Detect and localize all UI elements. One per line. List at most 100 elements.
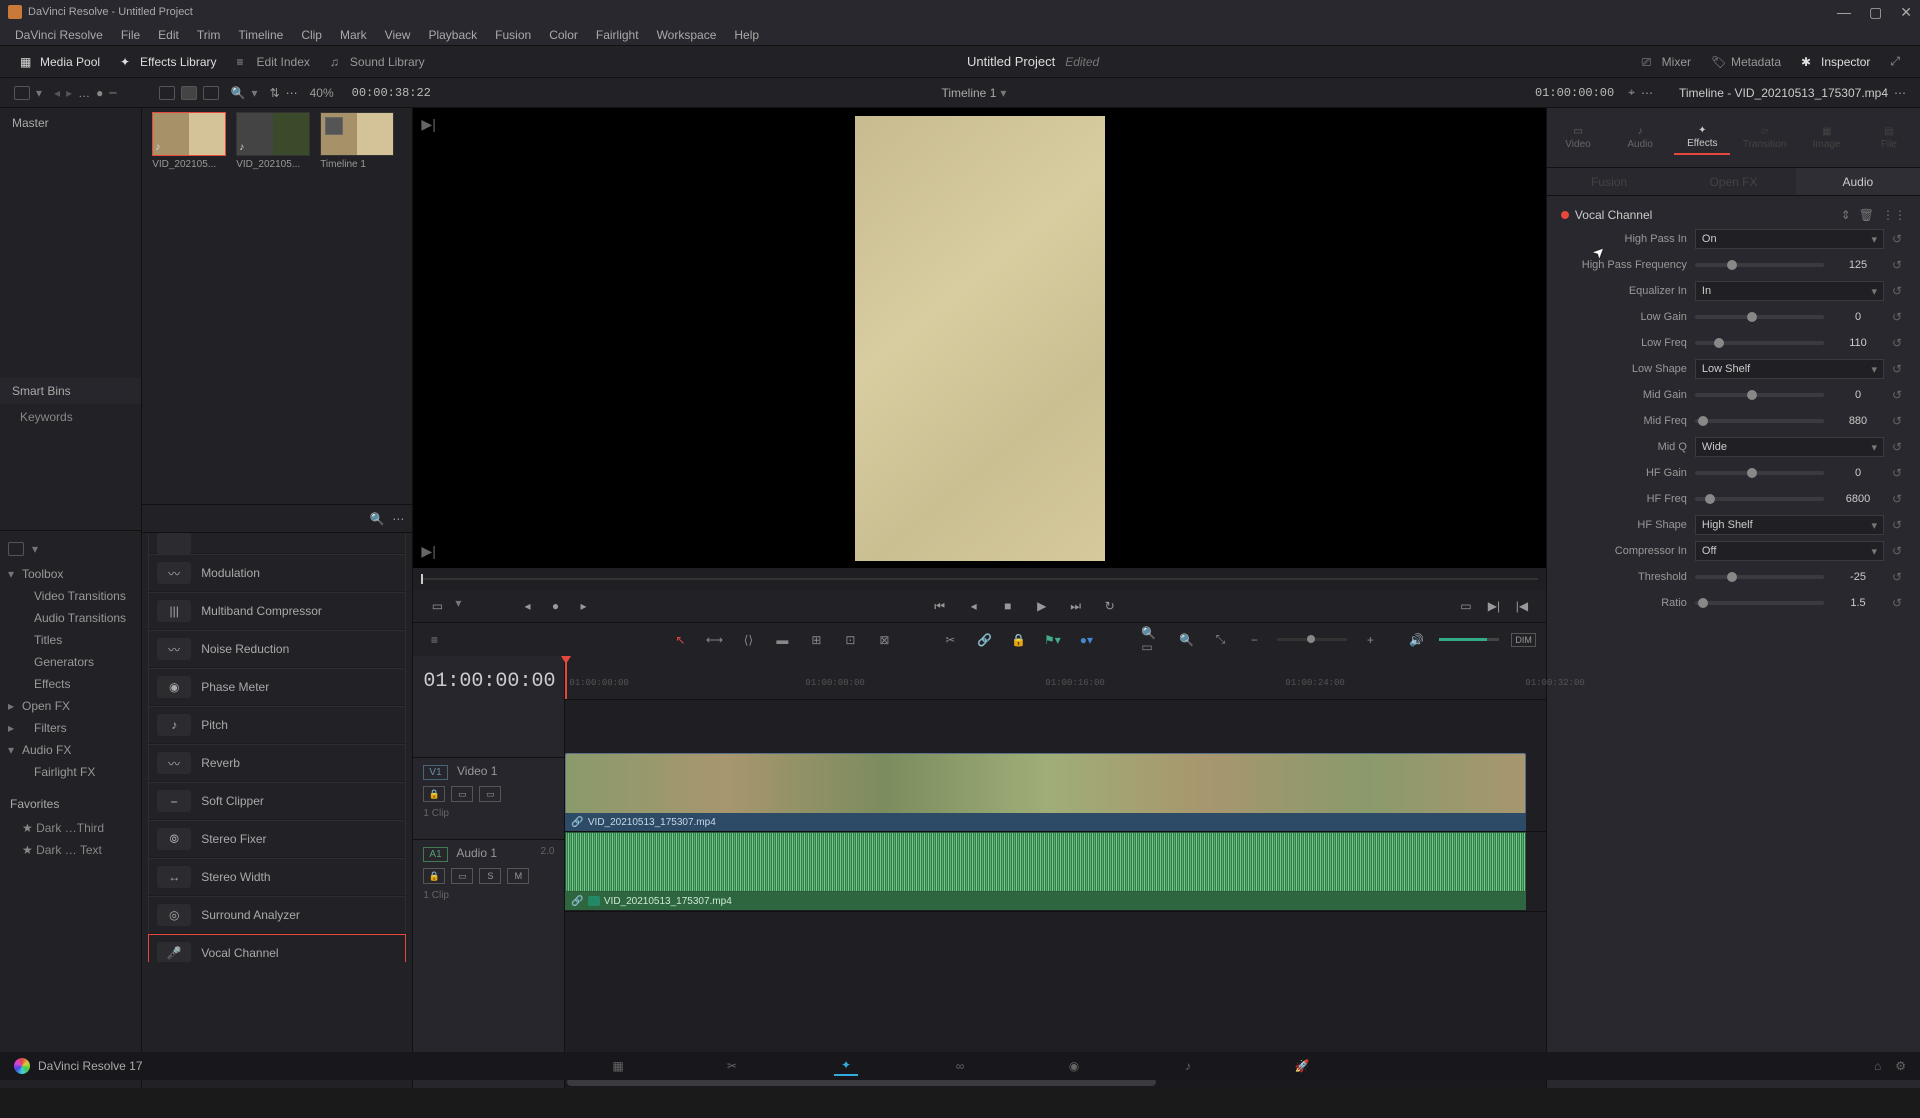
fx-item[interactable]: ⦾Stereo Fixer bbox=[148, 820, 406, 858]
menu-trim[interactable]: Trim bbox=[188, 28, 230, 42]
video-clip[interactable] bbox=[565, 753, 1526, 815]
param-value[interactable]: 1.5 bbox=[1832, 597, 1884, 609]
param-value[interactable]: 0 bbox=[1832, 389, 1884, 401]
prev-edit-icon[interactable]: ◂ bbox=[517, 596, 537, 616]
high-pass-in-select[interactable]: On▾ bbox=[1695, 229, 1884, 249]
media-page-icon[interactable]: ▦ bbox=[606, 1056, 630, 1076]
fairlightfx-group[interactable]: Fairlight FX bbox=[0, 761, 141, 783]
menu-playback[interactable]: Playback bbox=[419, 28, 486, 42]
keywords-bin[interactable]: Keywords bbox=[0, 404, 141, 430]
clip-thumbnail[interactable]: ♪ VID_202105... bbox=[236, 112, 310, 170]
chevron-down-icon[interactable]: ▾ bbox=[36, 86, 42, 100]
timeline-thumbnail[interactable]: Timeline 1 bbox=[320, 112, 394, 170]
record-dot-icon[interactable]: ● bbox=[96, 86, 103, 100]
menu-clip[interactable]: Clip bbox=[292, 28, 331, 42]
auto-select-icon[interactable]: ▭ bbox=[451, 786, 473, 802]
crop-icon[interactable]: ▭ bbox=[427, 596, 447, 616]
trash-icon[interactable]: 🗑 bbox=[1859, 208, 1874, 222]
marker-tool[interactable]: ●▾ bbox=[1075, 629, 1097, 651]
color-page-icon[interactable]: ◉ bbox=[1062, 1056, 1086, 1076]
audio-track[interactable]: 🔗VID_20210513_175307.mp4 bbox=[565, 832, 1546, 912]
reset-icon[interactable]: ↺ bbox=[1892, 336, 1906, 350]
zoom-in-icon[interactable]: + bbox=[1359, 629, 1381, 651]
generators-group[interactable]: Generators bbox=[0, 651, 141, 673]
param-value[interactable]: 6800 bbox=[1832, 493, 1884, 505]
viewer[interactable]: ▶| ▶| bbox=[413, 108, 1546, 568]
expand-button[interactable]: ⤢ bbox=[1880, 46, 1910, 78]
flag-tool[interactable]: ⚑▾ bbox=[1041, 629, 1063, 651]
sort-icon[interactable]: ⇅ bbox=[270, 86, 280, 100]
match-frame-icon[interactable]: ▭ bbox=[1456, 596, 1476, 616]
step-out-icon[interactable]: ▶| bbox=[421, 543, 435, 560]
arrow-tool-icon[interactable]: ⤡ bbox=[1209, 629, 1231, 651]
param-value[interactable]: 0 bbox=[1832, 311, 1884, 323]
fx-item[interactable]: ◎Surround Analyzer bbox=[148, 896, 406, 934]
low-shape-select[interactable]: Low Shelf▾ bbox=[1695, 359, 1884, 379]
solo-button[interactable]: S bbox=[479, 868, 501, 884]
reset-icon[interactable]: ↺ bbox=[1892, 284, 1906, 298]
zoom-out-icon[interactable]: − bbox=[1243, 629, 1265, 651]
menu-fairlight[interactable]: Fairlight bbox=[587, 28, 648, 42]
reset-icon[interactable]: ↺ bbox=[1892, 258, 1906, 272]
media-pool-toggle[interactable]: ▦Media Pool bbox=[10, 46, 110, 78]
subtab-audio[interactable]: Audio bbox=[1796, 168, 1920, 195]
marker-dot-icon[interactable]: ● bbox=[545, 596, 565, 616]
hf-gain-slider[interactable] bbox=[1695, 471, 1824, 475]
param-value[interactable]: 880 bbox=[1832, 415, 1884, 427]
inspector-toggle[interactable]: ✱Inspector bbox=[1791, 46, 1880, 78]
fx-item[interactable]: ⎯Soft Clipper bbox=[148, 782, 406, 820]
mid-freq-slider[interactable] bbox=[1695, 419, 1824, 423]
controls-icon[interactable]: ⋮⋮ bbox=[1882, 208, 1906, 222]
compressor-in-select[interactable]: Off▾ bbox=[1695, 541, 1884, 561]
nav-back-icon[interactable]: ◂ bbox=[54, 86, 60, 100]
chevron-down-icon[interactable]: ▾ bbox=[455, 596, 461, 616]
blade-tool[interactable]: ▬ bbox=[771, 629, 793, 651]
reset-icon[interactable]: ↺ bbox=[1892, 440, 1906, 454]
v1-badge[interactable]: V1 bbox=[423, 765, 447, 780]
mid-gain-slider[interactable] bbox=[1695, 393, 1824, 397]
minimize-button[interactable]: — bbox=[1837, 4, 1851, 21]
reset-icon[interactable]: ↺ bbox=[1892, 466, 1906, 480]
fx-more-icon[interactable]: ⋯ bbox=[392, 512, 404, 526]
inspector-tab-audio[interactable]: ♪Audio bbox=[1612, 122, 1668, 154]
reset-icon[interactable]: ↺ bbox=[1892, 570, 1906, 584]
low-gain-slider[interactable] bbox=[1695, 315, 1824, 319]
list-view-icon[interactable] bbox=[203, 86, 219, 100]
mixer-toggle[interactable]: ⎚Mixer bbox=[1632, 46, 1701, 78]
reset-icon[interactable]: ↺ bbox=[1892, 492, 1906, 506]
reset-icon[interactable]: ↺ bbox=[1892, 232, 1906, 246]
lock-track-icon[interactable]: 🔒 bbox=[423, 868, 445, 884]
inspector-tab-effects[interactable]: ✦Effects bbox=[1674, 121, 1730, 155]
menu-timeline[interactable]: Timeline bbox=[229, 28, 292, 42]
next-clip-icon[interactable]: ▶| bbox=[1484, 596, 1504, 616]
video-track-header[interactable]: V1 Video 1 🔒 ▭ ▭ 1 Clip bbox=[413, 757, 564, 839]
sound-library-toggle[interactable]: ♫Sound Library bbox=[320, 46, 435, 78]
openfx-group[interactable]: Open FX bbox=[0, 695, 141, 717]
overwrite-tool[interactable]: ⊡ bbox=[839, 629, 861, 651]
low-freq-slider[interactable] bbox=[1695, 341, 1824, 345]
menu-view[interactable]: View bbox=[376, 28, 420, 42]
edit-page-icon[interactable]: ✦ bbox=[834, 1056, 858, 1076]
viewer-more-icon[interactable]: ⋯ bbox=[1641, 86, 1653, 100]
audio-transitions[interactable]: Audio Transitions bbox=[0, 607, 141, 629]
menu-file[interactable]: File bbox=[112, 28, 149, 42]
prev-frame-button[interactable]: ◂ bbox=[964, 596, 984, 616]
zoom-timeline-icon[interactable]: 🔍 bbox=[1175, 629, 1197, 651]
expand-icon[interactable]: ⇕ bbox=[1841, 208, 1851, 222]
fx-item[interactable] bbox=[148, 534, 406, 554]
fx-item[interactable]: ♪Pitch bbox=[148, 706, 406, 744]
enable-dot-icon[interactable] bbox=[1561, 211, 1569, 219]
reset-icon[interactable]: ↺ bbox=[1892, 544, 1906, 558]
dynamic-trim-tool[interactable]: ⟨⟩ bbox=[737, 629, 759, 651]
replace-tool[interactable]: ⊠ bbox=[873, 629, 895, 651]
cut-page-icon[interactable]: ✂ bbox=[720, 1056, 744, 1076]
audio-track-header[interactable]: A1 Audio 1 2.0 🔒 ▭ S M 1 Clip bbox=[413, 839, 564, 921]
chevron-down-icon[interactable]: ▾ bbox=[1000, 86, 1006, 100]
search-timeline-icon[interactable]: 🔍▭ bbox=[1141, 629, 1163, 651]
mid-q-select[interactable]: Wide▾ bbox=[1695, 437, 1884, 457]
audio-clip[interactable] bbox=[565, 832, 1526, 892]
video-transitions[interactable]: Video Transitions bbox=[0, 585, 141, 607]
settings-icon[interactable]: ⚙ bbox=[1895, 1059, 1906, 1073]
last-frame-button[interactable]: ⏭ bbox=[1066, 596, 1086, 616]
thumb-view-icon[interactable] bbox=[181, 86, 197, 100]
